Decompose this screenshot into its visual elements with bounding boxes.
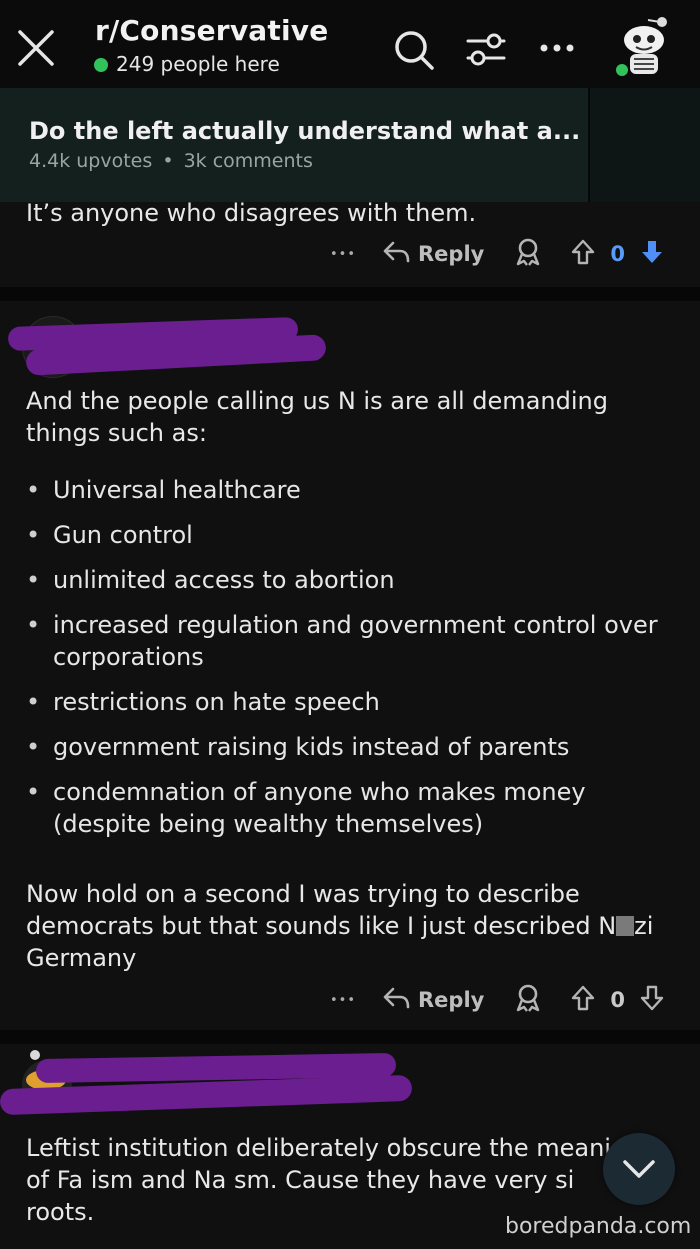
separator: • xyxy=(162,150,174,172)
list-item: Universal healthcare xyxy=(26,474,676,506)
comment-divider xyxy=(0,287,700,301)
reply-button[interactable]: Reply xyxy=(418,242,484,266)
online-indicator xyxy=(94,58,108,72)
outro-text: Now hold on a second I was trying to des… xyxy=(26,880,617,940)
list-item: condemnation of anyone who makes money (… xyxy=(26,776,676,840)
award-icon[interactable] xyxy=(514,237,542,272)
scroll-down-button[interactable] xyxy=(603,1133,675,1205)
upvote-icon[interactable] xyxy=(570,238,596,271)
more-icon[interactable] xyxy=(538,38,578,58)
list-item: unlimited access to abortion xyxy=(26,564,676,596)
subreddit-name[interactable]: r/Conservative xyxy=(95,14,328,47)
close-icon[interactable] xyxy=(14,26,58,70)
comment-2-outro: Now hold on a second I was trying to des… xyxy=(26,878,666,974)
comment-divider xyxy=(0,1030,700,1044)
snoo-avatar[interactable] xyxy=(612,14,674,80)
censor-block xyxy=(616,916,635,936)
chevron-down-icon xyxy=(621,1157,657,1185)
comment-1-body: It’s anyone who disagrees with them. xyxy=(26,199,477,227)
more-button[interactable]: ••• xyxy=(330,993,356,1008)
more-button[interactable]: ••• xyxy=(330,247,356,262)
search-icon[interactable] xyxy=(392,28,436,72)
list-item: increased regulation and government cont… xyxy=(26,609,676,673)
demands-list: Universal healthcare Gun control unlimit… xyxy=(26,474,676,840)
upvote-count: 4.4k upvotes xyxy=(29,150,153,172)
filter-icon[interactable] xyxy=(464,30,508,70)
comment-count: 3k comments xyxy=(183,150,313,172)
online-count: 249 people here xyxy=(116,52,280,76)
award-icon[interactable] xyxy=(514,983,542,1018)
post-title[interactable]: Do the left actually understand what a..… xyxy=(29,117,580,145)
comment-2-intro: And the people calling us N is are all d… xyxy=(26,387,608,447)
post-banner[interactable] xyxy=(0,88,588,202)
comment-3-author-redacted: 1h xyxy=(0,1048,420,1118)
reply-button[interactable]: Reply xyxy=(418,988,484,1012)
comment-1-actions: ••• Reply 0 xyxy=(330,234,665,274)
comment-2-author-redacted xyxy=(7,312,338,382)
watermark: boredpanda.com xyxy=(505,1214,692,1239)
vote-count: 0 xyxy=(610,242,625,266)
downvote-icon[interactable] xyxy=(639,984,665,1017)
reply-arrow-icon xyxy=(382,985,410,1016)
upvote-icon[interactable] xyxy=(570,984,596,1017)
reply-arrow-icon xyxy=(382,239,410,270)
top-bar: r/Conservative 249 people here xyxy=(0,0,700,88)
list-item: Gun control xyxy=(26,519,676,551)
list-item: restrictions on hate speech xyxy=(26,686,676,718)
list-item: government raising kids instead of paren… xyxy=(26,731,676,763)
vote-count: 0 xyxy=(610,988,625,1012)
downvote-icon[interactable] xyxy=(639,238,665,271)
comment-2-actions: ••• Reply 0 xyxy=(330,980,665,1020)
post-thumbnail[interactable] xyxy=(588,88,700,202)
post-stats: 4.4k upvotes • 3k comments xyxy=(29,150,313,172)
avatar-antenna xyxy=(30,1050,40,1060)
